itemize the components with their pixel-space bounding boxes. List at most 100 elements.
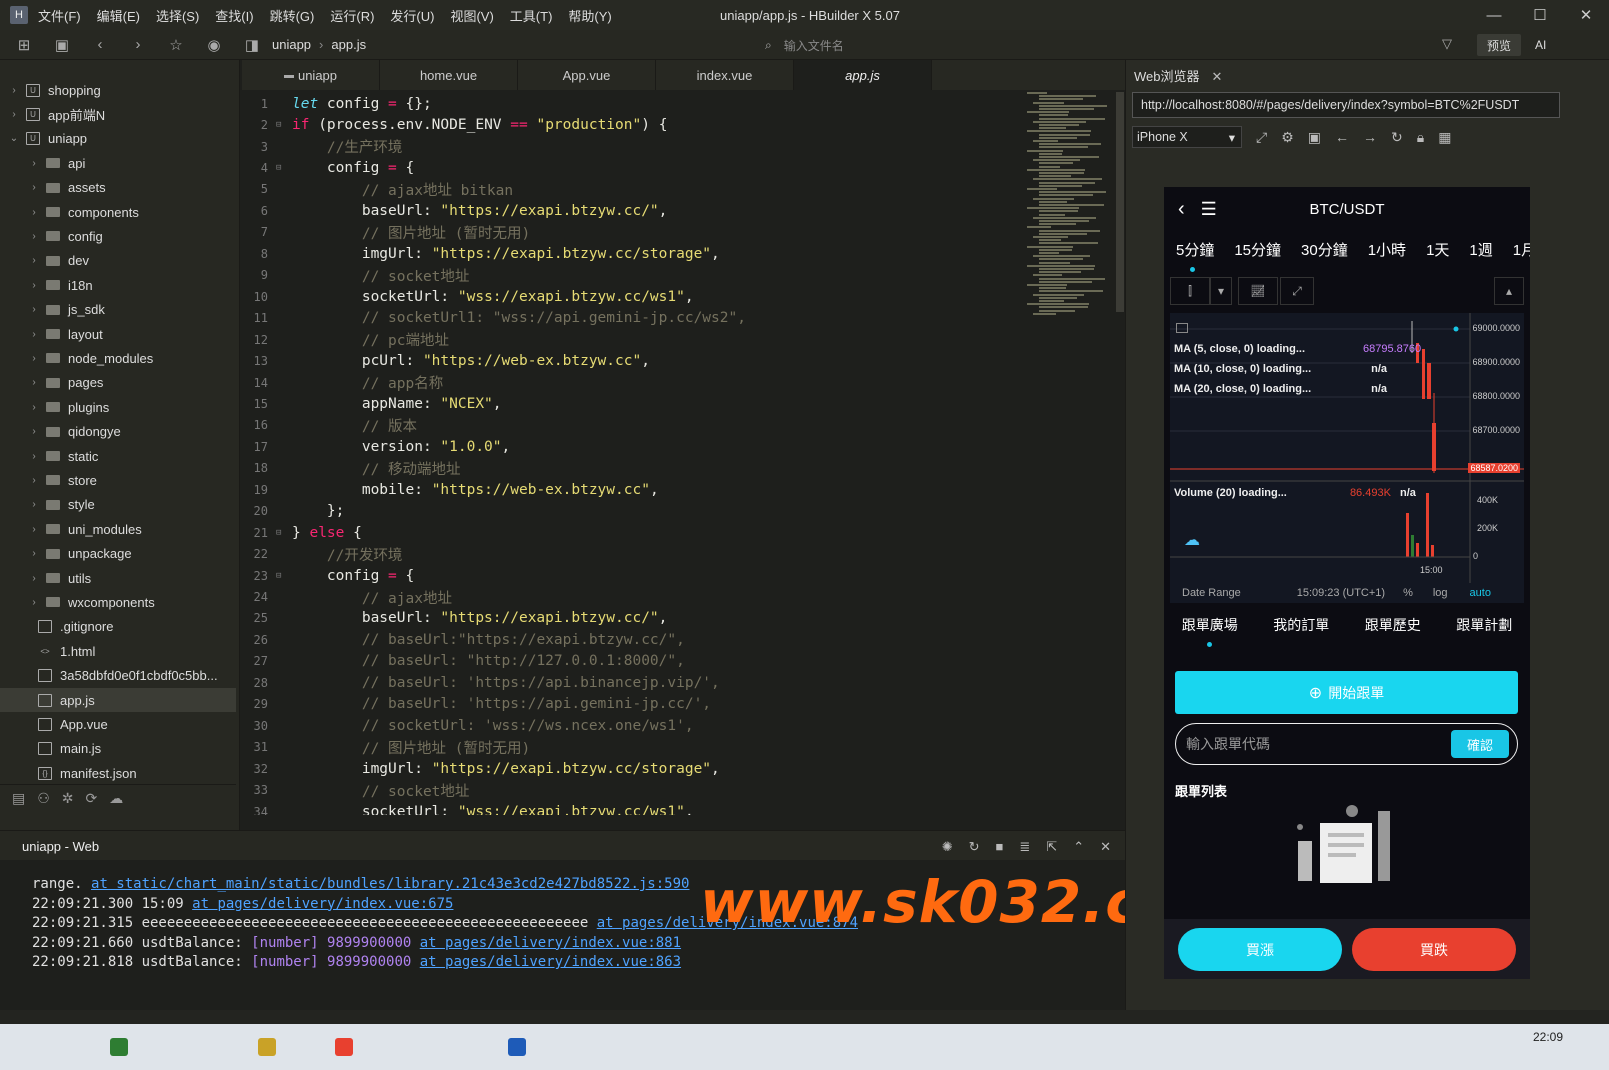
chevron-right-icon[interactable]: ›: [28, 524, 40, 535]
tree-item[interactable]: <> 1.html: [0, 639, 236, 663]
editor-tab[interactable]: app.js: [794, 60, 932, 90]
chevron-right-icon[interactable]: ›: [8, 109, 20, 120]
tree-item[interactable]: › dev: [0, 249, 236, 273]
tree-item[interactable]: › Uapp前端N: [0, 102, 236, 126]
period-tab[interactable]: 15分鐘: [1234, 239, 1281, 271]
chevron-right-icon[interactable]: ›: [28, 426, 40, 437]
date-range-button[interactable]: Date Range: [1182, 587, 1241, 599]
indicators-icon[interactable]: 📈︎: [1238, 277, 1278, 305]
tree-item[interactable]: › qidongye: [0, 420, 236, 444]
tree-item[interactable]: › store: [0, 468, 236, 492]
tree-item[interactable]: main.js: [0, 737, 236, 761]
percent-toggle[interactable]: %: [1403, 587, 1413, 599]
nav-back-icon[interactable]: ←: [1335, 129, 1349, 145]
fullscreen-icon[interactable]: ⤢: [1280, 277, 1314, 305]
chevron-right-icon[interactable]: ›: [28, 304, 40, 315]
chevron-right-icon[interactable]: ›: [28, 573, 40, 584]
chart-legend-toggle-icon[interactable]: [1176, 323, 1188, 333]
clear-icon[interactable]: ✕: [1100, 839, 1111, 855]
device-select[interactable]: iPhone X ▾: [1132, 126, 1242, 148]
period-tab[interactable]: 1月: [1513, 239, 1530, 271]
taskbar-app[interactable]: [258, 1036, 282, 1058]
taskbar-app[interactable]: [508, 1036, 532, 1058]
ai-button[interactable]: AI: [1525, 34, 1556, 56]
tree-item[interactable]: › assets: [0, 176, 236, 200]
chevron-right-icon[interactable]: ›: [8, 85, 20, 96]
source-link[interactable]: at pages/delivery/index.vue:881: [420, 935, 681, 951]
log-toggle[interactable]: log: [1433, 587, 1448, 599]
tree-item[interactable]: › static: [0, 444, 236, 468]
tree-item[interactable]: › wxcomponents: [0, 590, 236, 614]
filter-log-icon[interactable]: ≣: [1019, 839, 1030, 855]
menu-item[interactable]: 查找(I): [215, 9, 253, 24]
new-file-icon[interactable]: ⊞: [10, 34, 38, 56]
menu-item[interactable]: 选择(S): [156, 9, 199, 24]
menu-item[interactable]: 工具(T): [510, 9, 553, 24]
url-input[interactable]: http://localhost:8080/#/pages/delivery/i…: [1132, 92, 1560, 118]
star-icon[interactable]: ☆: [162, 34, 190, 56]
chevron-right-icon[interactable]: ›: [28, 207, 40, 218]
cloud-icon[interactable]: ☁: [109, 790, 123, 807]
breadcrumb-project[interactable]: uniapp: [272, 37, 311, 52]
chevron-right-icon[interactable]: ›: [28, 353, 40, 364]
source-link[interactable]: at pages/delivery/index.vue:675: [192, 896, 453, 912]
qrcode-icon[interactable]: ▦: [1438, 129, 1451, 146]
tree-item[interactable]: .gitignore: [0, 615, 236, 639]
settings-icon[interactable]: ⚙: [1281, 129, 1294, 146]
period-tab[interactable]: 1週: [1469, 239, 1492, 271]
tree-item[interactable]: › js_sdk: [0, 298, 236, 322]
period-tab[interactable]: 5分鐘: [1176, 239, 1214, 271]
chevron-right-icon[interactable]: ›: [28, 499, 40, 510]
stop-icon[interactable]: ■: [996, 839, 1004, 855]
tree-item[interactable]: › node_modules: [0, 346, 236, 370]
fold-icon[interactable]: ⊟: [276, 528, 286, 538]
tree-item[interactable]: › api: [0, 151, 236, 175]
copy-trade-tab[interactable]: 我的訂單: [1273, 615, 1329, 645]
tree-item[interactable]: app.js: [0, 688, 236, 712]
start-copy-button[interactable]: ⊕ 開始跟單: [1175, 671, 1518, 714]
confirm-button[interactable]: 確認: [1451, 730, 1509, 758]
period-tab[interactable]: 30分鐘: [1301, 239, 1348, 271]
candle-dropdown-icon[interactable]: ▾: [1210, 277, 1232, 305]
copy-trade-tab[interactable]: 跟單計劃: [1456, 615, 1512, 645]
chevron-down-icon[interactable]: ⌄: [8, 133, 20, 144]
tree-item[interactable]: › Ushopping: [0, 78, 236, 102]
menu-item[interactable]: 视图(V): [450, 9, 493, 24]
taskbar-app[interactable]: [110, 1036, 134, 1058]
chevron-right-icon[interactable]: ›: [28, 280, 40, 291]
tree-item[interactable]: › layout: [0, 322, 236, 346]
menu-item[interactable]: 运行(R): [330, 9, 374, 24]
file-search-input[interactable]: ⌕ 输入文件名: [765, 34, 1425, 56]
menu-item[interactable]: 帮助(Y): [568, 9, 611, 24]
run-icon[interactable]: ◉: [200, 34, 228, 56]
tree-item[interactable]: › pages: [0, 371, 236, 395]
source-control-icon[interactable]: ⟳: [86, 790, 98, 807]
plugin-icon[interactable]: ⚇: [37, 790, 50, 807]
chevron-right-icon[interactable]: ›: [28, 329, 40, 340]
auto-toggle[interactable]: auto: [1470, 587, 1491, 599]
console-icon[interactable]: ▣: [1308, 129, 1321, 146]
explorer-icon[interactable]: ▤: [12, 790, 25, 807]
menu-item[interactable]: 跳转(G): [270, 9, 315, 24]
fold-icon[interactable]: ⊟: [276, 120, 286, 130]
menu-item[interactable]: 文件(F): [38, 9, 81, 24]
chevron-right-icon[interactable]: ›: [28, 182, 40, 193]
period-tab[interactable]: 1小時: [1368, 239, 1406, 271]
kline-chart[interactable]: ☁ MA (5, close, 0) loading... 68795.8760 M…: [1170, 313, 1524, 603]
tree-item[interactable]: › style: [0, 493, 236, 517]
editor-scrollbar[interactable]: [1116, 92, 1124, 312]
tree-item[interactable]: › unpackage: [0, 542, 236, 566]
chevron-right-icon[interactable]: ›: [28, 597, 40, 608]
editor-tab[interactable]: App.vue: [518, 60, 656, 90]
tree-item[interactable]: {} manifest.json: [0, 761, 236, 785]
menu-item[interactable]: 编辑(E): [97, 9, 140, 24]
console-tab[interactable]: uniapp - Web: [22, 839, 100, 862]
save-icon[interactable]: ▣: [48, 34, 76, 56]
copy-code-input[interactable]: [1186, 736, 1436, 752]
candle-type-icon[interactable]: ⫿: [1170, 277, 1210, 305]
tree-item[interactable]: › utils: [0, 566, 236, 590]
source-link[interactable]: at static/chart_main/static/bundles/libr…: [91, 876, 689, 892]
period-tab[interactable]: 1天: [1426, 239, 1449, 271]
reload-icon[interactable]: ↻: [1391, 129, 1403, 146]
minimap[interactable]: [1025, 92, 1115, 322]
